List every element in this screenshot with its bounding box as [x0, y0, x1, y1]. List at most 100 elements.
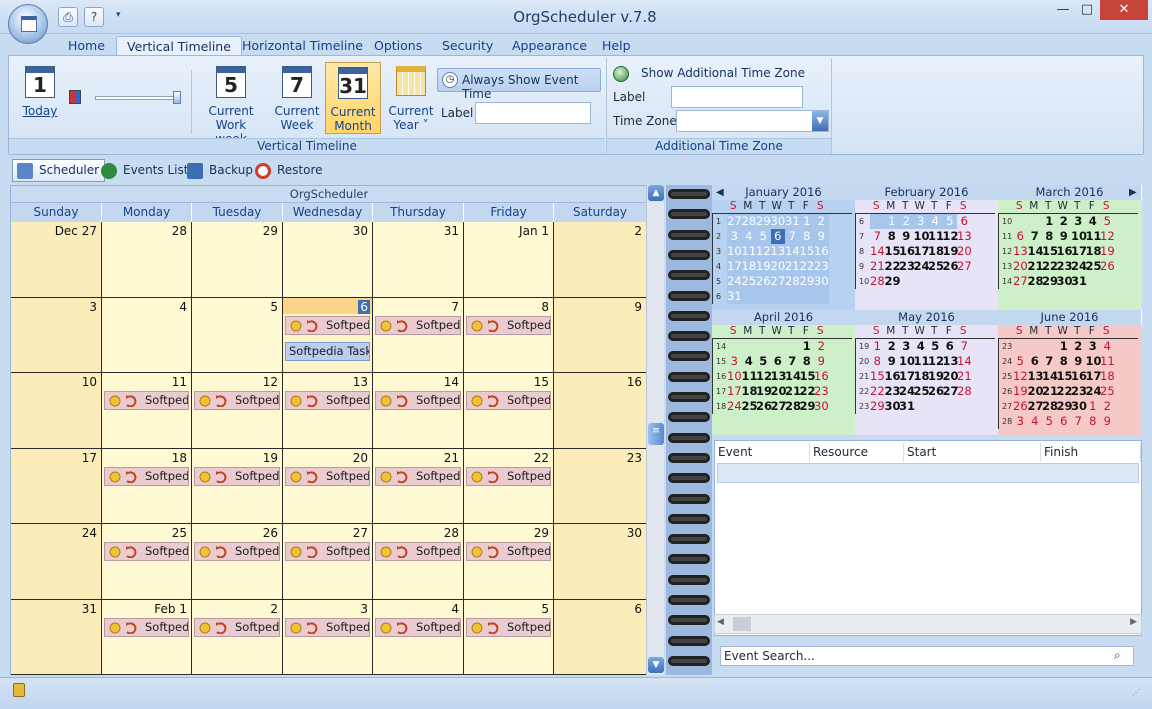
mini-day[interactable]: 22 [799, 259, 814, 274]
zoom-slider[interactable] [95, 96, 179, 100]
mini-day[interactable]: 2 [814, 214, 829, 229]
mini-day[interactable]: 23 [814, 259, 829, 274]
mini-day[interactable]: 26 [943, 259, 959, 274]
day-cell[interactable]: 4 Softpedia [373, 599, 464, 675]
mini-day[interactable]: 19 [1013, 384, 1028, 399]
scroll-right-icon[interactable]: ▶ [1130, 617, 1137, 627]
day-cell[interactable]: 30 [554, 524, 647, 600]
mini-day[interactable]: 24 [727, 274, 742, 289]
mini-day[interactable]: 14 [1042, 369, 1058, 384]
mini-day[interactable]: 6 [1057, 414, 1072, 429]
day-cell[interactable]: 3 [11, 297, 102, 373]
mini-day[interactable]: 27 [1013, 274, 1028, 289]
mini-day[interactable]: 9 [1057, 229, 1072, 244]
mini-day[interactable]: 4 [1086, 214, 1101, 229]
mini-day[interactable]: 4 [928, 214, 943, 229]
mini-day[interactable]: 9 [1100, 414, 1115, 429]
mini-day[interactable]: 2 [1071, 339, 1086, 354]
mini-day[interactable]: 20 [943, 369, 959, 384]
mini-day[interactable]: 30 [1071, 399, 1087, 414]
mini-day[interactable]: 22 [870, 384, 885, 399]
mini-day[interactable]: 15 [870, 369, 885, 384]
mini-day[interactable]: 9 [899, 229, 914, 244]
mini-day[interactable]: 5 [1013, 354, 1028, 369]
mini-day[interactable]: 26 [756, 399, 772, 414]
mini-day[interactable]: 29 [799, 274, 814, 289]
mini-day[interactable]: 6 [1028, 354, 1043, 369]
mini-month-title[interactable]: January 2016 [712, 185, 856, 200]
mini-day[interactable]: 11 [742, 369, 758, 384]
mini-day[interactable]: 8 [1042, 229, 1057, 244]
mini-day[interactable]: 15 [885, 244, 901, 259]
mini-day[interactable]: 8 [1057, 354, 1072, 369]
help-icon[interactable]: ? [84, 7, 104, 27]
tab-help[interactable]: Help [592, 36, 641, 56]
day-cell[interactable]: 17 [11, 448, 102, 524]
mini-day[interactable]: 29 [885, 274, 901, 289]
restore-button[interactable]: Restore [250, 159, 329, 182]
day-cell[interactable]: 27 Softpedia [283, 524, 373, 600]
mini-day[interactable]: 24 [899, 384, 915, 399]
event-item[interactable]: Softpedia [104, 466, 189, 486]
day-cell[interactable]: 18 Softpedia [102, 448, 192, 524]
mini-day[interactable]: 16 [814, 369, 829, 384]
day-cell[interactable]: 8 Softpedia [464, 297, 554, 373]
mini-day[interactable]: 3 [1013, 414, 1028, 429]
mini-day[interactable]: 13 [957, 229, 972, 244]
mini-day[interactable]: 10 [914, 229, 930, 244]
day-cell[interactable]: 19 Softpedia [192, 448, 283, 524]
close-button[interactable]: ✕ [1100, 0, 1148, 20]
day-cell[interactable]: 9 [554, 297, 647, 373]
mini-day[interactable]: 6 [943, 339, 958, 354]
mini-day[interactable]: 4 [742, 354, 757, 369]
mini-day[interactable]: 8 [870, 354, 885, 369]
day-cell[interactable]: 30 [283, 222, 373, 298]
mini-day[interactable]: 18 [1086, 244, 1102, 259]
mini-day[interactable]: 30 [1057, 274, 1073, 289]
day-cell[interactable]: 6 Softpedia Softpedia Task (S [283, 297, 373, 373]
event-item[interactable]: Softpedia [285, 315, 370, 335]
mini-day[interactable]: 2 [899, 214, 914, 229]
mini-month-title[interactable]: June 2016 [998, 310, 1142, 325]
mini-day[interactable]: 10 [727, 244, 742, 259]
mini-day[interactable]: 28 [1028, 274, 1044, 289]
mini-day[interactable]: 4 [741, 229, 756, 244]
event-item[interactable]: Softpedia [285, 466, 370, 486]
mini-day[interactable]: 1 [1057, 339, 1072, 354]
mini-day[interactable]: 13 [943, 354, 959, 369]
scheduler-button[interactable]: Scheduler [12, 159, 106, 182]
mini-day[interactable]: 3 [727, 229, 742, 244]
column-start[interactable]: Start [904, 443, 1041, 462]
mini-day[interactable]: 3 [727, 354, 742, 369]
day-cell[interactable]: 29 Softpedia [464, 524, 554, 600]
mini-day[interactable]: 8 [799, 229, 814, 244]
mini-day[interactable]: 4 [914, 339, 929, 354]
day-cell[interactable]: 24 [11, 524, 102, 600]
application-menu-button[interactable] [8, 4, 48, 44]
mini-day[interactable]: 6 [770, 229, 785, 244]
event-item[interactable]: Softpedia [466, 315, 551, 335]
mini-day[interactable]: 24 [727, 399, 742, 414]
mini-day[interactable]: 15 [799, 244, 814, 259]
mini-day[interactable]: 11 [741, 244, 756, 259]
event-item[interactable]: Softpedia [194, 466, 280, 486]
mini-day[interactable]: 22 [800, 384, 816, 399]
event-item[interactable]: Softpedia [466, 617, 551, 637]
event-item[interactable]: Softpedia [466, 542, 551, 561]
mini-day[interactable]: 5 [942, 214, 957, 229]
mini-day[interactable]: 8 [800, 354, 815, 369]
mini-month-title[interactable]: February 2016 [855, 185, 999, 200]
day-cell[interactable]: 28 [102, 222, 192, 298]
event-item[interactable]: Softpedia [375, 466, 461, 486]
mini-day[interactable]: 13 [771, 369, 787, 384]
mini-day[interactable]: 29 [1042, 274, 1058, 289]
mini-day[interactable]: 8 [885, 229, 900, 244]
event-item[interactable]: Softpedia [375, 315, 461, 335]
mini-day[interactable]: 10 [727, 369, 742, 384]
mini-day[interactable]: 27 [943, 384, 959, 399]
mini-day[interactable]: 17 [1086, 369, 1102, 384]
scroll-thumb[interactable]: ≡ [648, 423, 664, 445]
event-item[interactable]: Softpedia [375, 617, 461, 637]
mini-day[interactable]: 2 [814, 339, 829, 354]
scroll-left-icon[interactable]: ◀ [717, 617, 724, 627]
